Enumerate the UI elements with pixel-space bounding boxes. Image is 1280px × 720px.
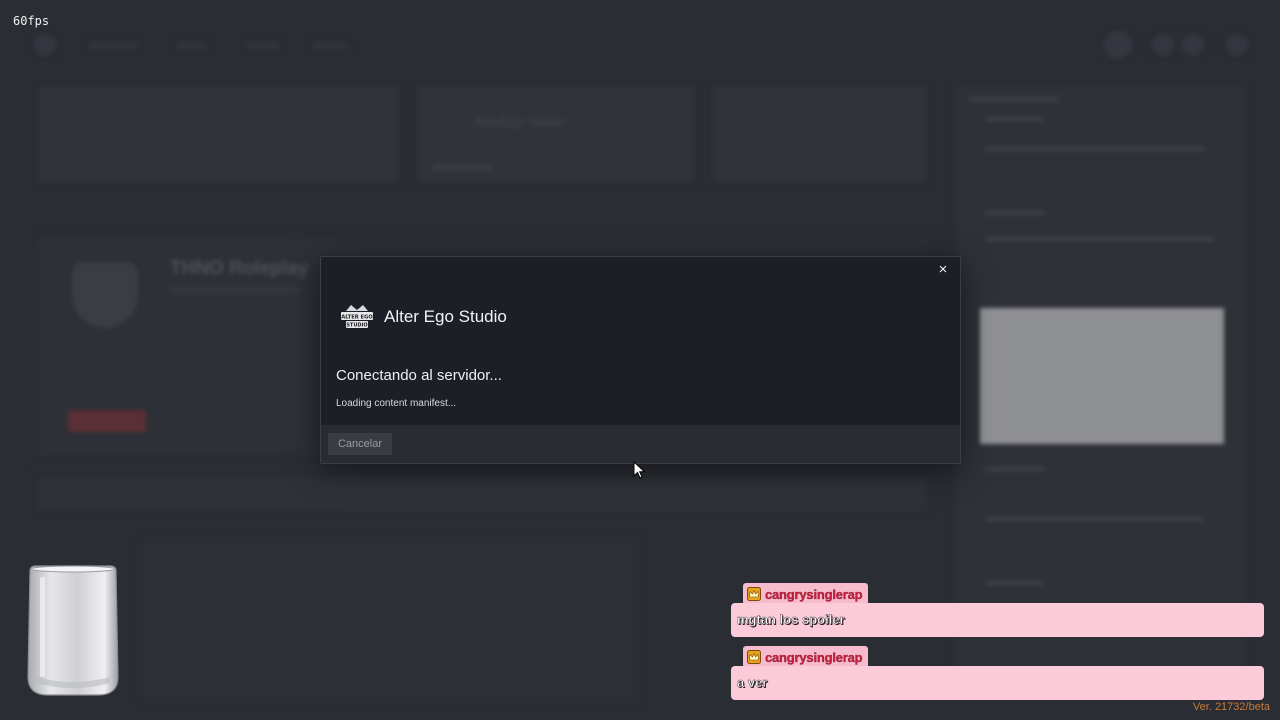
svg-text:ALTER EGO: ALTER EGO xyxy=(341,315,373,321)
chat-message-text: mgtan los spoiler xyxy=(737,612,845,627)
chat-username-badge: cangrysinglerap xyxy=(743,583,869,605)
dialog-footer: Cancelar xyxy=(321,425,960,463)
placeholder-bar xyxy=(969,96,1059,102)
crown-icon xyxy=(747,587,761,601)
server-tile: AlterEgo Studio xyxy=(418,86,694,182)
chat-message: mgtan los spoiler xyxy=(731,603,1264,637)
svg-text:STUDIO: STUDIO xyxy=(346,323,367,329)
placeholder-bar xyxy=(985,146,1205,152)
top-navbar xyxy=(0,28,1280,62)
placeholder-bar xyxy=(985,236,1215,242)
server-title: THNO Roleplay xyxy=(170,258,309,279)
close-icon[interactable]: × xyxy=(934,261,952,279)
placeholder-bar xyxy=(985,210,1045,216)
server-logo xyxy=(72,262,138,328)
placeholder-bar xyxy=(985,516,1205,522)
chat-username: cangrysinglerap xyxy=(765,649,863,665)
search-panel xyxy=(38,86,398,182)
player-list xyxy=(140,540,640,700)
nav-link xyxy=(246,42,280,50)
version-label: Ver. 21732/beta xyxy=(1192,701,1270,713)
chat-username-badge: cangrysinglerap xyxy=(743,646,869,668)
placeholder-bar xyxy=(985,466,1045,472)
placeholder-bar xyxy=(432,164,492,170)
cancel-button[interactable]: Cancelar xyxy=(328,433,392,455)
chat-message: a ver xyxy=(731,666,1264,700)
settings-icon xyxy=(1152,34,1174,56)
chat-message-text: a ver xyxy=(737,675,768,690)
drinking-glass-image xyxy=(27,565,119,696)
crown-icon xyxy=(747,650,761,664)
avatar xyxy=(1104,31,1132,59)
tabs-bar xyxy=(38,476,928,510)
divider xyxy=(35,468,925,469)
nav-link xyxy=(312,42,348,50)
server-brand-name: Alter Ego Studio xyxy=(384,307,507,326)
fps-counter: 60fps xyxy=(13,14,50,28)
alter-ego-logo: ALTER EGO STUDIO xyxy=(341,305,373,329)
nav-link xyxy=(176,42,206,50)
notifications-icon xyxy=(1182,34,1204,56)
exit-icon xyxy=(1226,34,1248,56)
dialog-title: Conectando al servidor... xyxy=(336,367,502,384)
chat-username: cangrysinglerap xyxy=(765,586,863,602)
server-subtitle xyxy=(170,286,300,294)
placeholder-bar xyxy=(985,580,1045,586)
placeholder-bar xyxy=(985,116,1045,122)
server-tile-title: AlterEgo Studio xyxy=(474,114,565,129)
nav-link xyxy=(88,42,138,50)
connect-button xyxy=(68,410,146,432)
loading-status: Loading content manifest... xyxy=(336,398,457,409)
news-image xyxy=(980,308,1224,444)
info-tile xyxy=(712,86,926,182)
connecting-dialog: × ALTER EGO STUDIO Alter Ego Studio Cone… xyxy=(320,256,961,464)
home-icon xyxy=(34,34,56,56)
mouse-cursor-icon xyxy=(633,461,646,479)
